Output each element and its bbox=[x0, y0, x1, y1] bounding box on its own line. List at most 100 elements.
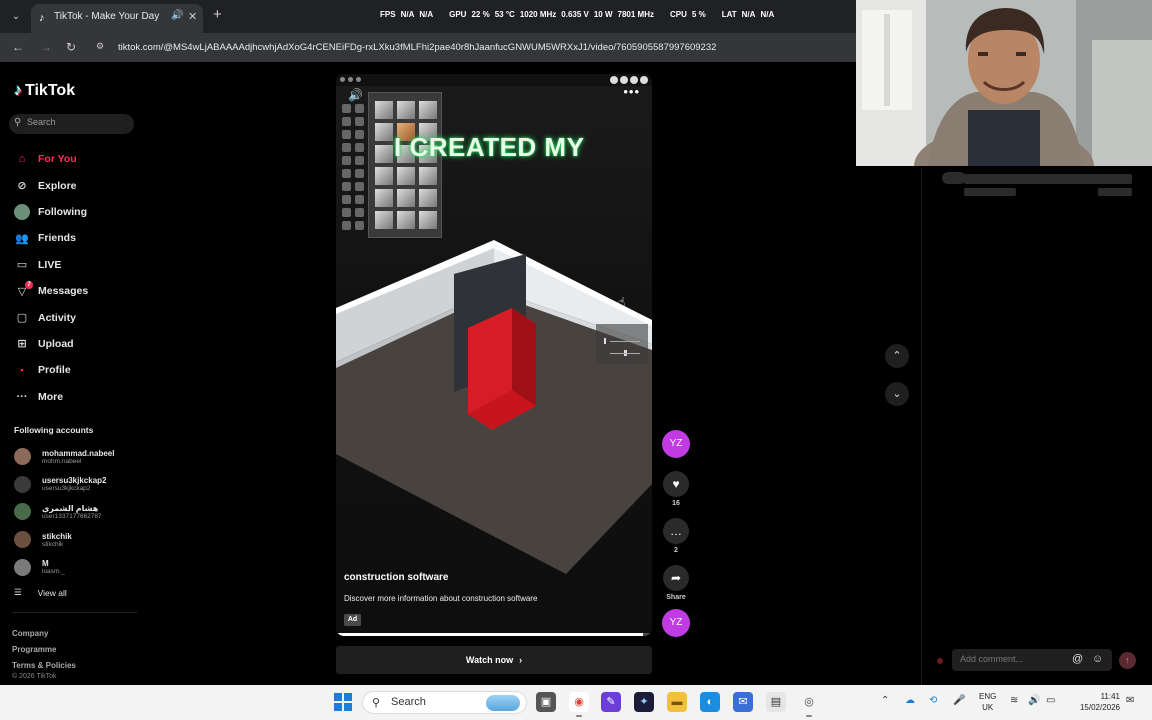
list-icon: ☰ bbox=[14, 587, 22, 597]
following-accounts-list: mohammad.nabeel mohm.nabeel usersu3kjkcka… bbox=[14, 443, 144, 581]
site-info-icon[interactable]: ⚙ bbox=[96, 41, 108, 53]
creator-avatar-bottom-button[interactable]: YZ bbox=[662, 609, 690, 637]
watch-now-button[interactable]: Watch now › bbox=[336, 646, 652, 674]
search-input[interactable] bbox=[27, 117, 127, 127]
account-avatar bbox=[14, 475, 31, 493]
osd-gpu-clock: 1020 MHz bbox=[519, 10, 557, 19]
loading-skeleton bbox=[942, 172, 966, 184]
app-icon[interactable]: ✎ bbox=[601, 692, 621, 712]
comment-input[interactable] bbox=[960, 654, 1060, 664]
back-arrow-icon[interactable]: ← bbox=[12, 40, 24, 54]
chevron-up-icon[interactable]: ⌃ bbox=[881, 695, 889, 706]
video-overlay-text: I CREATED MY bbox=[394, 132, 585, 162]
following-account-item[interactable]: هشام الشمري user1337177662787 bbox=[14, 498, 144, 526]
footer-link-terms[interactable]: Terms & Policies bbox=[12, 658, 76, 674]
osd-lat-value2: N/A bbox=[760, 10, 775, 19]
sidebar-item-more[interactable]: ··· More bbox=[0, 384, 150, 410]
creator-avatar-button[interactable]: YZ bbox=[662, 430, 690, 458]
forward-arrow-icon[interactable]: → bbox=[40, 40, 52, 54]
taskbar-search-input[interactable] bbox=[391, 696, 471, 708]
following-account-item[interactable]: stikchik stikchik bbox=[14, 526, 144, 554]
record-dot bbox=[937, 658, 943, 664]
notifications-icon[interactable]: ✉ bbox=[1126, 695, 1134, 706]
windows-taskbar: ⚲ ▣ ◉ ✎ ✦ ▬ ◐ ✉ ▤ ◎ ⌃ ☁ ⟲ 🎤 ENG UK ≋ 🔊 ▭… bbox=[0, 685, 1152, 720]
battery-icon[interactable]: ▭ bbox=[1046, 695, 1055, 706]
chevron-right-icon: › bbox=[519, 655, 523, 665]
profile-icon: • bbox=[20, 365, 24, 376]
browser-tab[interactable]: ♪ TikTok - Make Your Day 🔊 ✕ bbox=[31, 4, 203, 33]
mention-at-icon[interactable]: @ bbox=[1072, 653, 1083, 665]
sidebar-item-friends[interactable]: 👥 Friends bbox=[0, 225, 150, 251]
microphone-icon[interactable]: 🎤 bbox=[953, 695, 965, 706]
following-account-item[interactable]: Mloasm._ bbox=[14, 553, 144, 581]
footer-link-company[interactable]: Company bbox=[12, 626, 76, 642]
sync-icon[interactable]: ⟲ bbox=[929, 695, 937, 706]
sidebar-item-label: Friends bbox=[38, 232, 76, 245]
sidebar-item-live[interactable]: ▭ LIVE bbox=[0, 252, 150, 278]
onedrive-icon[interactable]: ☁ bbox=[905, 695, 915, 706]
app-icon[interactable]: ✦ bbox=[634, 692, 654, 712]
comment-box[interactable]: @ ☺ bbox=[952, 649, 1112, 671]
view-all-link[interactable]: ☰ View all bbox=[14, 587, 67, 598]
clock[interactable]: 11:41 15/02/2026 bbox=[1072, 691, 1120, 713]
like-button[interactable]: ♥ 16 bbox=[662, 471, 690, 507]
edge-icon[interactable]: ◐ bbox=[700, 692, 720, 712]
sidebar-item-label: Explore bbox=[38, 179, 77, 192]
store-icon[interactable]: ▤ bbox=[766, 692, 786, 712]
sidebar-item-for-you[interactable]: ⌂ For You bbox=[0, 146, 150, 172]
sidebar-item-following[interactable]: Following bbox=[0, 199, 150, 225]
friends-icon: 👥 bbox=[15, 232, 29, 245]
speaker-icon[interactable]: 🔊 bbox=[171, 10, 183, 21]
wifi-icon[interactable]: ≋ bbox=[1010, 695, 1018, 706]
share-button[interactable]: ➦ Share bbox=[662, 565, 690, 601]
arrow-up-icon: ↑ bbox=[1125, 655, 1130, 665]
sidebar-item-explore[interactable]: ⊘ Explore bbox=[0, 172, 150, 198]
reload-icon[interactable]: ↻ bbox=[66, 40, 76, 54]
video-player[interactable]: 🔊 ••• I CREATED MY ☝ construction softwa… bbox=[336, 74, 652, 636]
sidebar: ♪ TikTok ⚲ ⌂ For You ⊘ Explore Following… bbox=[0, 62, 150, 685]
osd-fps-value2: N/A bbox=[419, 10, 434, 19]
sidebar-divider bbox=[12, 612, 137, 613]
sidebar-item-label: For You bbox=[38, 153, 77, 166]
more-options-icon[interactable]: ••• bbox=[623, 84, 640, 99]
url-field[interactable]: tiktok.com/@MS4wLjABAAAAdjhcwhjAdXoG4rCE… bbox=[118, 42, 716, 53]
sidebar-item-messages[interactable]: ▽ 7 Messages bbox=[0, 278, 150, 304]
following-account-item[interactable]: usersu3kjkckap2 usersu3kjkckap2 bbox=[14, 471, 144, 499]
video-title[interactable]: construction software bbox=[344, 572, 448, 583]
volume-icon[interactable]: 🔊 bbox=[1028, 695, 1040, 706]
footer-link-programme[interactable]: Programme bbox=[12, 642, 76, 658]
windows-start-button[interactable] bbox=[334, 693, 352, 711]
app-icon[interactable]: ◎ bbox=[799, 692, 819, 717]
following-account-item[interactable]: mohammad.nabeel mohm.nabeel bbox=[14, 443, 144, 471]
tab-search-chevron-icon[interactable]: ⌄ bbox=[7, 8, 25, 26]
language-indicator[interactable]: ENG UK bbox=[979, 691, 996, 713]
chevron-up-icon: ⌃ bbox=[892, 350, 902, 362]
osd-cpu-pct: 5 % bbox=[691, 10, 706, 19]
file-explorer-icon[interactable]: ▬ bbox=[667, 692, 687, 712]
sidebar-item-activity[interactable]: ▢ Activity bbox=[0, 304, 150, 330]
following-accounts-title: Following accounts bbox=[14, 425, 94, 435]
comment-button[interactable]: … 2 bbox=[662, 518, 690, 554]
account-handle: loasm._ bbox=[42, 568, 65, 576]
close-tab-icon[interactable]: ✕ bbox=[188, 10, 197, 23]
chrome-icon[interactable]: ◉ bbox=[569, 692, 589, 717]
sidebar-item-upload[interactable]: ⊞ Upload bbox=[0, 331, 150, 357]
post-comment-button[interactable]: ↑ bbox=[1119, 652, 1136, 669]
task-view-icon[interactable]: ▣ bbox=[536, 692, 556, 712]
mail-icon[interactable]: ✉ bbox=[733, 692, 753, 712]
emoji-icon[interactable]: ☺ bbox=[1092, 653, 1103, 665]
video-description: Discover more information about construc… bbox=[344, 594, 538, 603]
previous-video-button[interactable]: ⌃ bbox=[885, 344, 909, 368]
account-avatar bbox=[14, 531, 31, 549]
comments-panel bbox=[921, 168, 1152, 685]
taskbar-search-box[interactable]: ⚲ bbox=[362, 691, 527, 714]
search-highlight-image bbox=[486, 695, 520, 711]
video-progress-bar[interactable] bbox=[336, 633, 652, 636]
osd-lat-value: N/A bbox=[741, 10, 756, 19]
tiktok-logo[interactable]: ♪ TikTok bbox=[14, 82, 75, 100]
search-box[interactable]: ⚲ bbox=[9, 114, 134, 134]
volume-icon[interactable]: 🔊 bbox=[348, 88, 363, 102]
new-tab-button[interactable]: + bbox=[213, 6, 222, 23]
sidebar-item-profile[interactable]: • Profile bbox=[0, 357, 150, 383]
next-video-button[interactable]: ⌄ bbox=[885, 382, 909, 406]
